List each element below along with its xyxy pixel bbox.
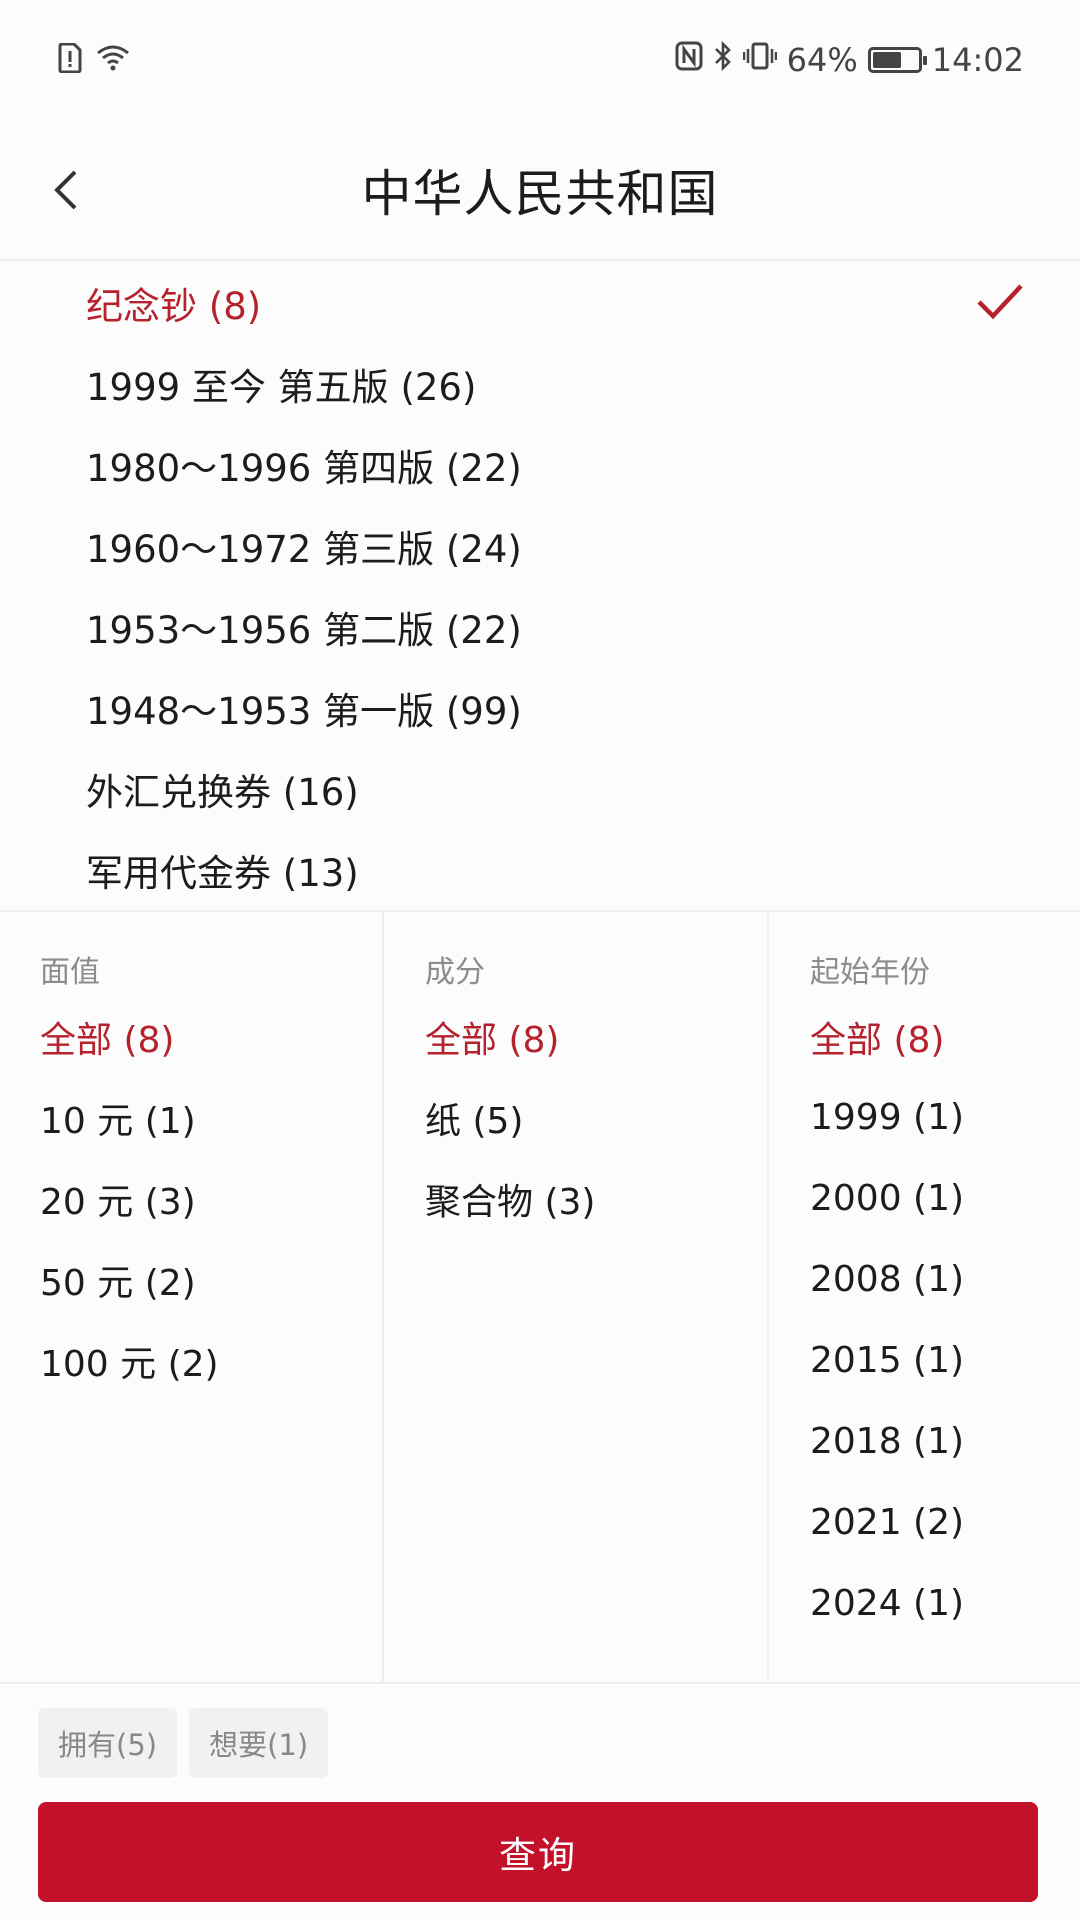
status-left [58, 42, 130, 77]
category-label: 军用代金券 (13) [86, 851, 359, 895]
clock: 14:02 [931, 41, 1024, 79]
battery-fill [872, 52, 901, 68]
column-header: 起始年份 [810, 955, 930, 990]
category-label: 纪念钞 (8) [86, 284, 262, 328]
filter-option[interactable]: 1999 (1) [810, 1077, 1070, 1158]
filter-column-start-year: 起始年份 全部 (8) 1999 (1) 2000 (1) 2008 (1) 2… [810, 912, 1070, 1682]
chevron-left-icon [54, 170, 77, 210]
filter-option[interactable]: 20 元 (3) [40, 1158, 380, 1239]
filter-option[interactable]: 2008 (1) [810, 1239, 1070, 1320]
check-icon [977, 284, 1023, 320]
category-item-fec[interactable]: 外汇兑换券 (16) [0, 748, 1080, 829]
query-button[interactable]: 查询 [38, 1802, 1038, 1902]
status-right: 64% 14:02 [675, 40, 1024, 79]
category-label: 1953～1956 第二版 (22) [86, 608, 522, 652]
battery-icon [867, 47, 927, 73]
column-header: 成分 [425, 955, 485, 990]
filter-option[interactable]: 2000 (1) [810, 1158, 1070, 1239]
bottom-bar: 拥有(5) 想要(1) 查询 [0, 1684, 1080, 1920]
column-divider [382, 912, 384, 1682]
filter-option-all[interactable]: 全部 (8) [425, 996, 765, 1077]
filter-option[interactable]: 2015 (1) [810, 1320, 1070, 1401]
column-header: 面值 [40, 955, 100, 990]
battery-percent: 64% [786, 41, 858, 79]
back-button[interactable] [40, 164, 92, 216]
nav-bar: 中华人民共和国 [0, 120, 1080, 260]
category-item-second-series[interactable]: 1953～1956 第二版 (22) [0, 586, 1080, 667]
filter-option[interactable]: 2018 (1) [810, 1401, 1070, 1482]
vibrate-icon [742, 41, 777, 79]
tag-row: 拥有(5) 想要(1) [38, 1708, 329, 1778]
category-item-commemorative[interactable]: 纪念钞 (8) [0, 262, 1080, 343]
nfc-icon [675, 41, 703, 79]
filter-option-all[interactable]: 全部 (8) [40, 996, 380, 1077]
category-item-fourth-series[interactable]: 1980～1996 第四版 (22) [0, 424, 1080, 505]
category-label: 外汇兑换券 (16) [86, 770, 359, 814]
category-item-military-voucher[interactable]: 军用代金券 (13) [0, 829, 1080, 910]
category-label: 1980～1996 第四版 (22) [86, 446, 522, 490]
filter-option[interactable]: 10 元 (1) [40, 1077, 380, 1158]
category-label: 1999 至今 第五版 (26) [86, 365, 477, 409]
category-item-fifth-series[interactable]: 1999 至今 第五版 (26) [0, 343, 1080, 424]
filter-option[interactable]: 2024 (1) [810, 1563, 1070, 1644]
category-list: 纪念钞 (8) 1999 至今 第五版 (26) 1980～1996 第四版 (… [0, 262, 1080, 910]
owned-tag[interactable]: 拥有(5) [38, 1708, 178, 1778]
column-divider [767, 912, 769, 1682]
filter-option[interactable]: 100 元 (2) [40, 1320, 380, 1401]
filter-option[interactable]: 50 元 (2) [40, 1239, 380, 1320]
bluetooth-icon [713, 40, 733, 79]
filter-option[interactable]: 2021 (2) [810, 1482, 1070, 1563]
page-title: 中华人民共和国 [361, 165, 719, 223]
filter-option[interactable]: 聚合物 (3) [425, 1158, 765, 1239]
status-bar: 64% 14:02 [0, 0, 1080, 120]
filter-column-material: 成分 全部 (8) 纸 (5) 聚合物 (3) [425, 912, 765, 1682]
filter-column-denomination: 面值 全部 (8) 10 元 (1) 20 元 (3) 50 元 (2) 100… [40, 912, 380, 1682]
category-label: 1948～1953 第一版 (99) [86, 689, 522, 733]
category-item-third-series[interactable]: 1960～1972 第三版 (24) [0, 505, 1080, 586]
sim-alert-icon [58, 42, 82, 77]
category-item-first-series[interactable]: 1948～1953 第一版 (99) [0, 667, 1080, 748]
nav-divider [0, 259, 1080, 261]
filter-area: 面值 全部 (8) 10 元 (1) 20 元 (3) 50 元 (2) 100… [0, 912, 1080, 1682]
wanted-tag[interactable]: 想要(1) [189, 1708, 329, 1778]
category-label: 1960～1972 第三版 (24) [86, 527, 522, 571]
filter-option-all[interactable]: 全部 (8) [810, 996, 1070, 1077]
filter-option[interactable]: 纸 (5) [425, 1077, 765, 1158]
wifi-icon [96, 44, 130, 76]
